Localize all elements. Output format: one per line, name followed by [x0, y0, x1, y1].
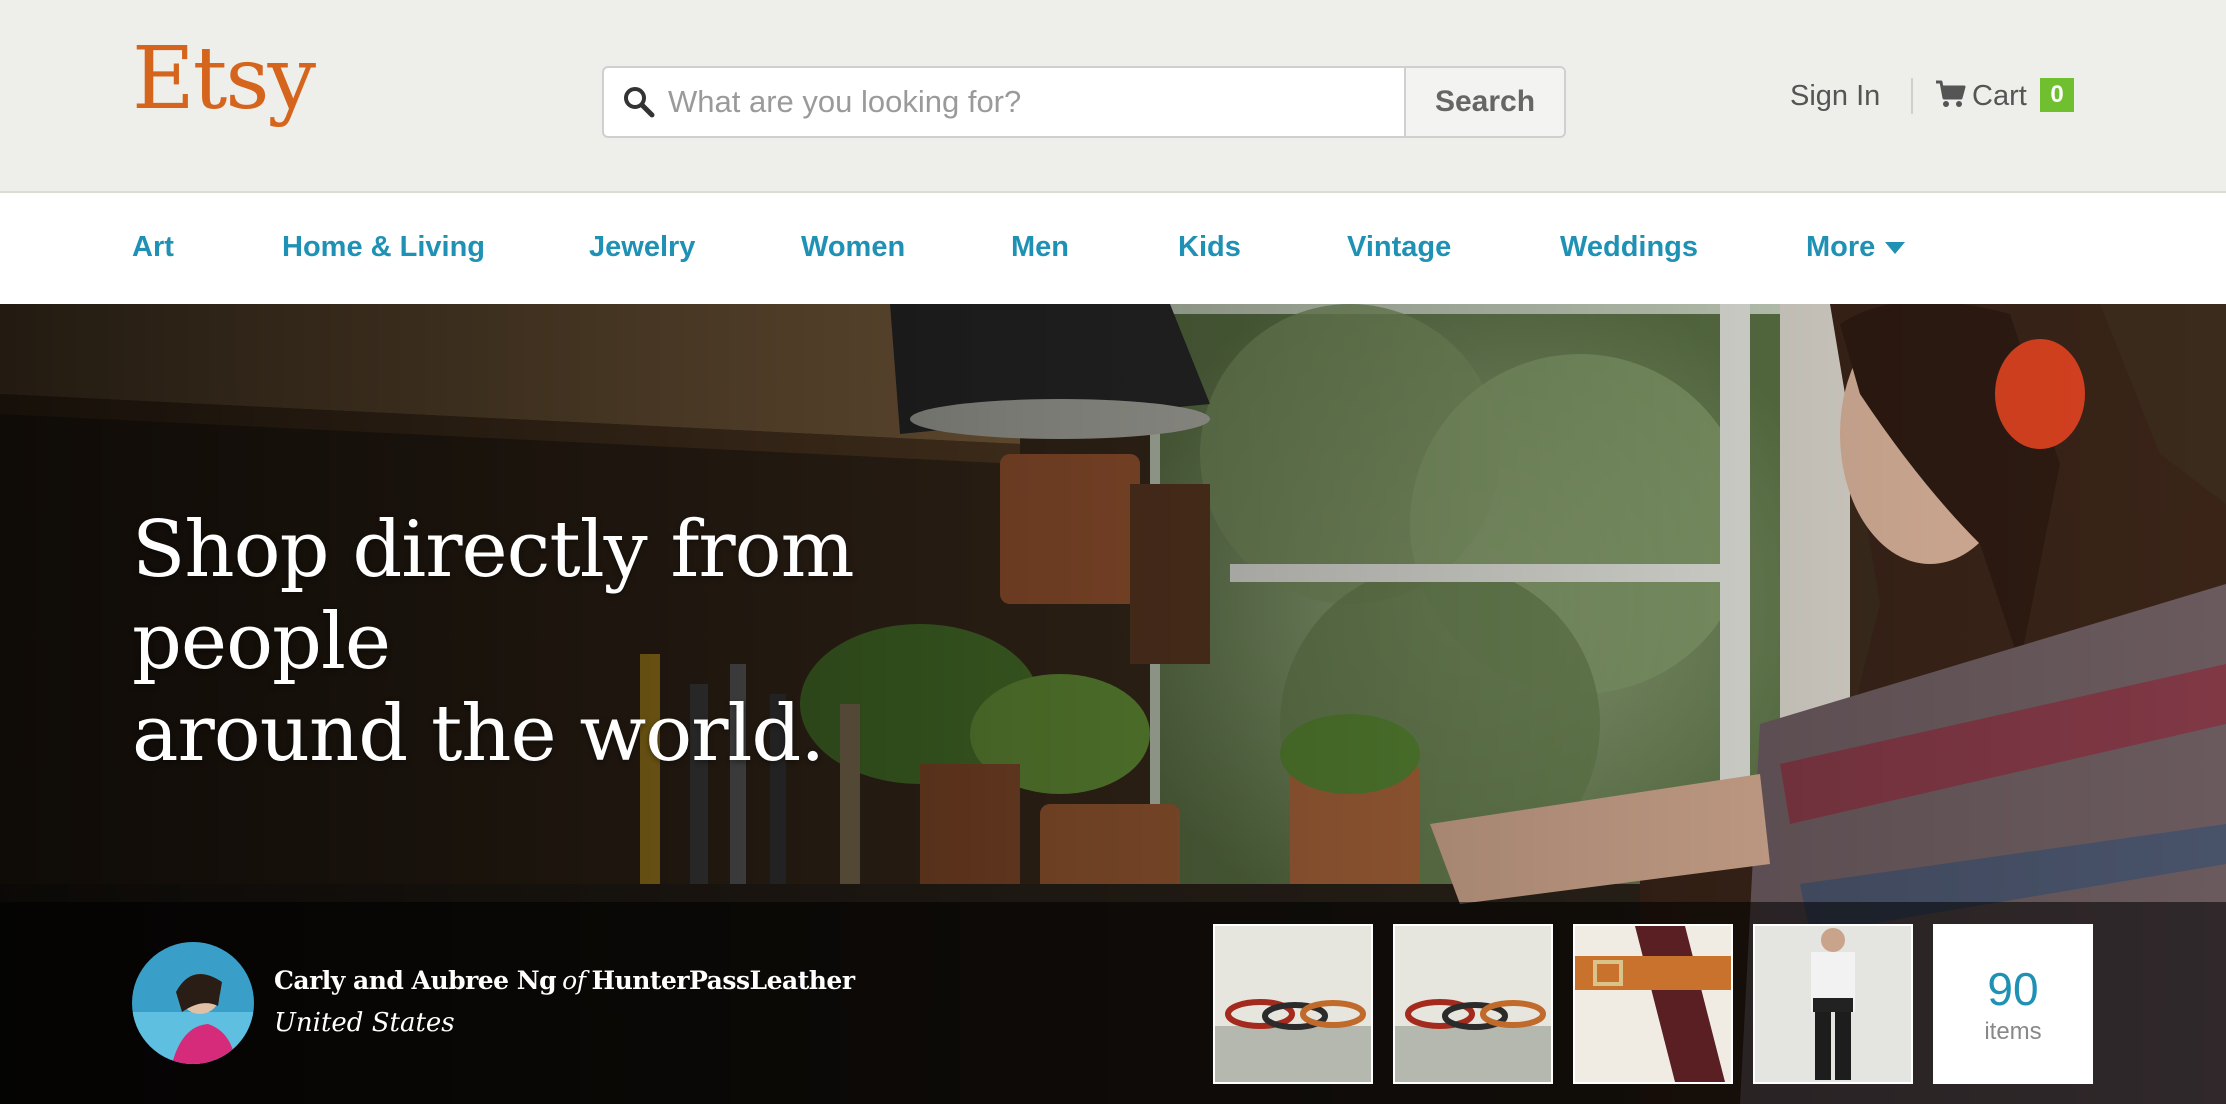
nav-item-jewelry[interactable]: Jewelry	[589, 231, 695, 264]
shop-items-count-box[interactable]: 90 items	[1933, 924, 2093, 1084]
search-input[interactable]	[662, 68, 1408, 136]
nav-item-women[interactable]: Women	[801, 231, 905, 264]
nav-item-weddings[interactable]: Weddings	[1560, 231, 1698, 264]
shop-item-thumbnail[interactable]	[1753, 924, 1913, 1084]
item-image	[1395, 926, 1551, 1082]
seller-name-line[interactable]: Carly and Aubree Ng of HunterPassLeather	[274, 966, 855, 995]
hero-heading-line2: around the world.	[132, 689, 825, 779]
site-header: Etsy Search Sign In Cart 0	[0, 0, 2226, 193]
seller-avatar-image	[132, 942, 254, 1064]
search-icon	[624, 87, 655, 118]
seller-location: United States	[274, 1008, 455, 1038]
shop-item-thumbnail[interactable]	[1393, 924, 1553, 1084]
seller-name: Carly and Aubree Ng	[274, 966, 557, 995]
nav-more-label: More	[1806, 231, 1876, 263]
header-divider	[1911, 78, 1913, 114]
cart-link[interactable]: Cart	[1972, 80, 2027, 113]
shop-items-label: items	[1984, 1018, 2042, 1045]
chevron-down-icon	[1885, 242, 1906, 255]
etsy-logo[interactable]: Etsy	[132, 36, 316, 122]
item-image	[1575, 926, 1731, 1082]
cart-count-badge: 0	[2040, 78, 2074, 112]
nav-item-art[interactable]: Art	[132, 231, 174, 264]
seller-avatar[interactable]	[132, 942, 254, 1064]
hero-banner: Shop directly from people around the wor…	[0, 304, 2226, 1104]
item-image	[1755, 926, 1911, 1082]
search-button[interactable]: Search	[1404, 68, 1564, 136]
nav-item-men[interactable]: Men	[1011, 231, 1069, 264]
shop-item-thumbnail[interactable]	[1573, 924, 1733, 1084]
seller-connector: of	[562, 966, 586, 995]
search-bar: Search	[602, 66, 1566, 138]
shop-items-count: 90	[1987, 963, 2039, 1015]
seller-shop-name[interactable]: HunterPassLeather	[591, 966, 855, 995]
category-nav: Art Home & Living Jewelry Women Men Kids…	[0, 193, 2226, 304]
item-image	[1215, 926, 1371, 1082]
nav-item-home-living[interactable]: Home & Living	[282, 231, 485, 264]
sign-in-link[interactable]: Sign In	[1790, 80, 1880, 113]
shop-item-thumbnail[interactable]	[1213, 924, 1373, 1084]
nav-item-more[interactable]: More	[1806, 231, 1906, 264]
hero-heading-line1: Shop directly from people	[132, 505, 855, 687]
nav-item-vintage[interactable]: Vintage	[1347, 231, 1451, 264]
nav-item-kids[interactable]: Kids	[1178, 231, 1241, 264]
cart-icon[interactable]	[1935, 79, 1967, 109]
hero-heading: Shop directly from people around the wor…	[132, 504, 1132, 780]
